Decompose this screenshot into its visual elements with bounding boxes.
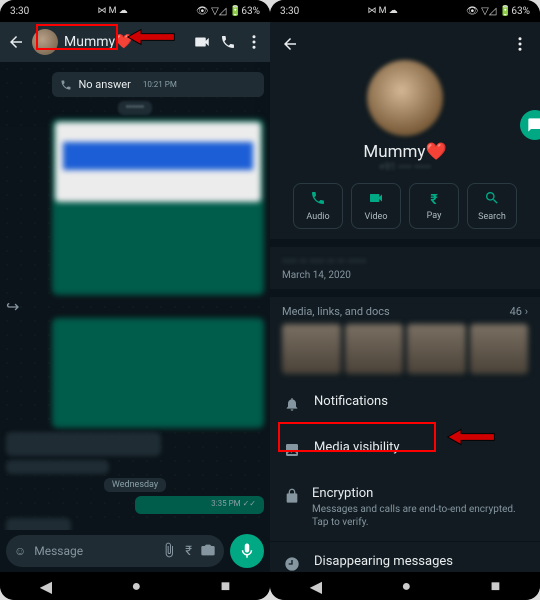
- disappearing-title: Disappearing messages: [314, 554, 453, 569]
- outgoing-media-message[interactable]: [52, 119, 264, 295]
- day-chip: ••••••: [118, 101, 152, 115]
- media-visibility-label: Media visibility: [314, 440, 400, 455]
- lock-icon: [284, 488, 300, 508]
- chat-header: Mummy❤️: [0, 22, 270, 62]
- input-bar: ☺ Message ₹: [0, 530, 270, 572]
- missed-call-label: No answer: [78, 78, 130, 91]
- contact-info-body: Mummy❤️ +91 •••• ••••• Audio Video ₹ Pay: [270, 22, 540, 572]
- contact-name: Mummy❤️: [276, 142, 534, 162]
- notifications-label: Notifications: [314, 394, 388, 409]
- disappearing-row[interactable]: Disappearing messages Off: [270, 541, 540, 572]
- forward-icon[interactable]: ↪: [6, 297, 19, 316]
- status-icons-left: ⋈ M ☁: [367, 6, 397, 16]
- more-icon[interactable]: [244, 32, 264, 52]
- contact-name[interactable]: Mummy❤️: [64, 34, 133, 50]
- nav-recent[interactable]: ■: [491, 576, 501, 596]
- phone-icon: [310, 190, 326, 209]
- video-icon: [368, 190, 384, 209]
- back-icon[interactable]: [280, 34, 300, 54]
- chat-screen: 3:30 ⋈ M ☁ 👁 ▽◿ 🔋63% Mummy❤️ No answer: [0, 0, 270, 600]
- message-input[interactable]: ☺ Message ₹: [6, 535, 224, 567]
- media-visibility-row[interactable]: Media visibility: [270, 428, 540, 474]
- image-icon: [284, 442, 302, 462]
- pay-button[interactable]: ₹ Pay: [409, 183, 459, 229]
- outgoing-media-message[interactable]: [52, 318, 264, 428]
- nav-home[interactable]: ●: [401, 576, 411, 596]
- mld-count: 46: [510, 305, 522, 318]
- chevron-right-icon: ›: [525, 305, 528, 318]
- video-call-icon[interactable]: [192, 32, 212, 52]
- nav-back[interactable]: ◀: [40, 577, 52, 596]
- about-section[interactable]: •••• •• •••• •• •• ••••• March 14, 2020: [270, 247, 540, 289]
- notifications-row[interactable]: Notifications: [270, 382, 540, 428]
- status-bar: 3:30 ⋈ M ☁ 👁 ▽◿ 🔋63%: [0, 0, 270, 22]
- search-icon: [484, 190, 500, 209]
- avatar[interactable]: [32, 29, 58, 55]
- media-thumb[interactable]: [407, 324, 466, 374]
- avatar-large[interactable]: [367, 60, 443, 136]
- timer-icon: [284, 556, 302, 572]
- status-icons-right: 👁 ▽◿ 🔋63%: [466, 6, 530, 17]
- incoming-message[interactable]: [6, 518, 71, 530]
- incoming-message[interactable]: [6, 432, 161, 456]
- media-thumb[interactable]: [470, 324, 529, 374]
- about-date: March 14, 2020: [282, 270, 528, 281]
- status-icons-left: ⋈ M ☁: [97, 6, 127, 16]
- action-label: Pay: [427, 211, 442, 221]
- mic-button[interactable]: [230, 534, 264, 568]
- bell-icon: [284, 396, 302, 416]
- voice-call-icon[interactable]: [218, 32, 238, 52]
- status-icons-right: 👁 ▽◿ 🔋63%: [196, 6, 260, 17]
- encryption-sub: Messages and calls are end-to-end encryp…: [312, 503, 526, 529]
- action-label: Search: [478, 212, 506, 222]
- mld-label: Media, links, and docs: [282, 305, 390, 318]
- rupee-icon: ₹: [430, 192, 437, 208]
- day-chip: Wednesday: [104, 478, 166, 492]
- android-navbar: ◀ ● ■: [270, 572, 540, 600]
- contact-info-screen: 3:30 ⋈ M ☁ 👁 ▽◿ 🔋63% Mummy❤️ +91 •••• ••…: [270, 0, 540, 600]
- incoming-message[interactable]: [6, 460, 109, 474]
- chat-body: No answer 10:21 PM •••••• ↪ Wednesday 3:…: [0, 62, 270, 530]
- nav-back[interactable]: ◀: [310, 577, 322, 596]
- encryption-row[interactable]: Encryption Messages and calls are end-to…: [270, 474, 540, 541]
- media-thumb[interactable]: [345, 324, 404, 374]
- nav-home[interactable]: ●: [131, 576, 141, 596]
- missed-call-time: 10:21 PM: [143, 80, 177, 89]
- action-label: Video: [365, 212, 388, 222]
- camera-icon[interactable]: [200, 542, 216, 561]
- status-time: 3:30: [10, 6, 29, 17]
- nav-recent[interactable]: ■: [221, 576, 231, 596]
- about-text: •••• •• •••• •• •• •••••: [282, 255, 528, 268]
- encryption-title: Encryption: [312, 486, 526, 501]
- input-placeholder: Message: [34, 544, 153, 558]
- attach-icon[interactable]: [161, 542, 177, 561]
- message-time: 3:35 PM ✓✓: [211, 499, 256, 508]
- status-bar: 3:30 ⋈ M ☁ 👁 ▽◿ 🔋63%: [270, 0, 540, 22]
- search-button[interactable]: Search: [467, 183, 517, 229]
- more-icon[interactable]: [510, 34, 530, 54]
- audio-call-button[interactable]: Audio: [293, 183, 343, 229]
- back-icon[interactable]: [6, 32, 26, 52]
- rupee-icon[interactable]: ₹: [185, 544, 192, 559]
- action-label: Audio: [306, 212, 329, 222]
- media-links-docs[interactable]: Media, links, and docs 46 ›: [270, 297, 540, 382]
- android-navbar: ◀ ● ■: [0, 572, 270, 600]
- missed-call-bubble[interactable]: No answer 10:21 PM: [52, 72, 264, 97]
- media-thumb[interactable]: [282, 324, 341, 374]
- contact-info-header: Mummy❤️ +91 •••• ••••• Audio Video ₹ Pay: [270, 22, 540, 239]
- video-call-button[interactable]: Video: [351, 183, 401, 229]
- outgoing-message[interactable]: 3:35 PM ✓✓: [135, 496, 264, 514]
- status-time: 3:30: [280, 6, 299, 17]
- media-thumbnails: [282, 324, 528, 374]
- contact-phone: +91 •••• •••••: [276, 162, 534, 173]
- emoji-icon[interactable]: ☺: [14, 544, 26, 558]
